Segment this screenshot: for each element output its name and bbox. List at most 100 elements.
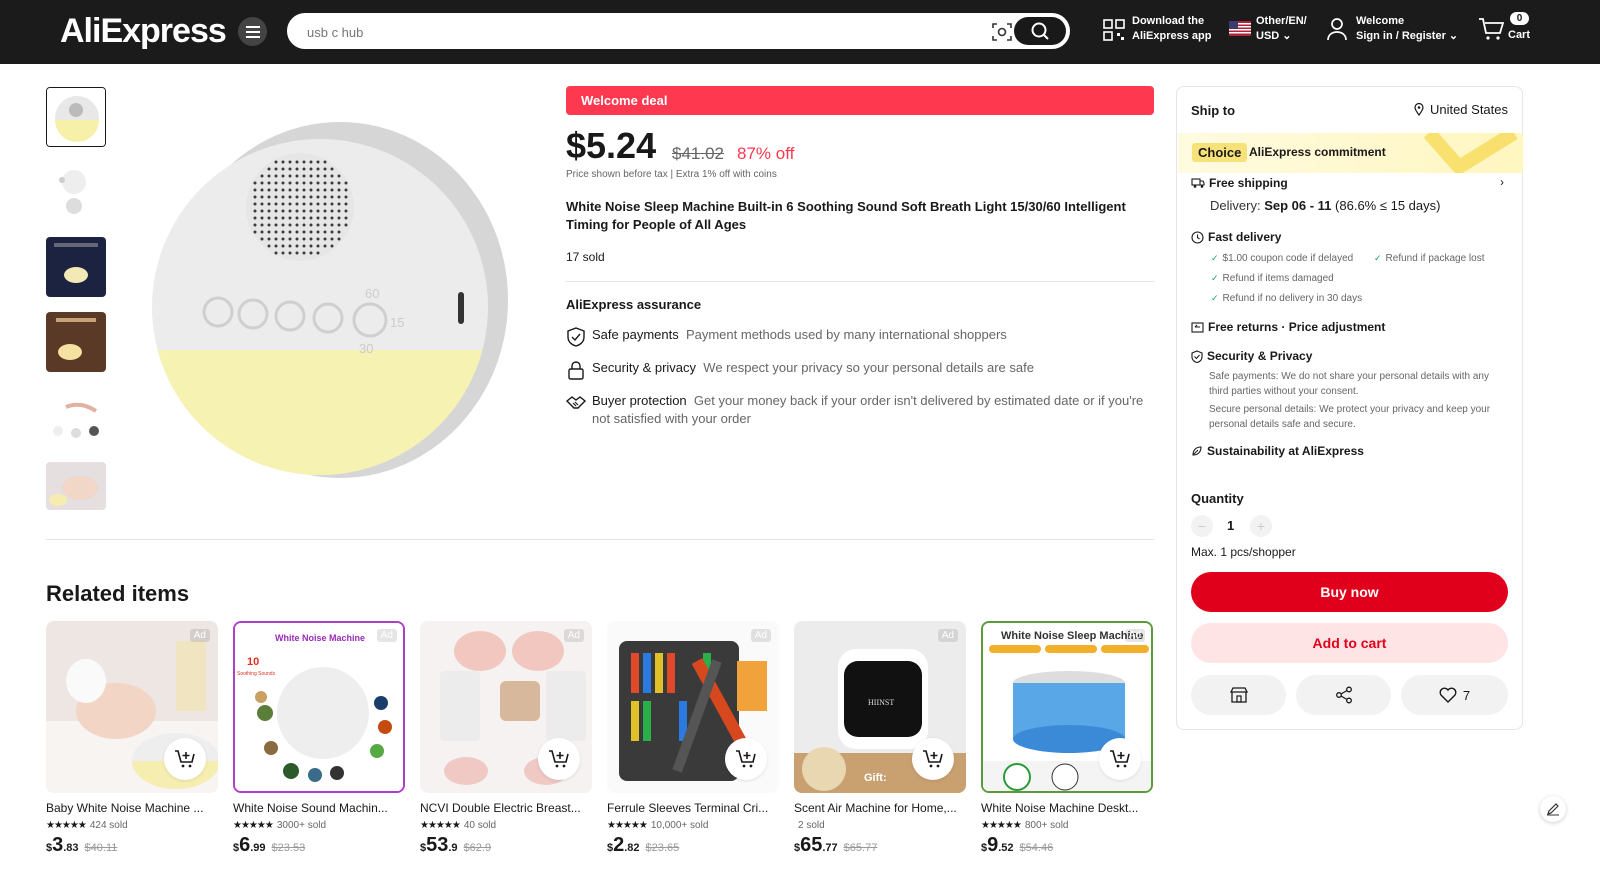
speaker-grille-dot xyxy=(323,160,327,164)
related-item-name[interactable]: Baby White Noise Machine ... xyxy=(46,801,218,815)
speaker-grille-dot xyxy=(323,167,327,171)
related-item-name[interactable]: Ferrule Sleeves Terminal Cri... xyxy=(607,801,779,815)
sustainability-row[interactable]: Sustainability at AliExpress xyxy=(1191,444,1364,458)
speaker-grille-dot xyxy=(253,195,257,199)
locale-selector[interactable]: Other/EN/USD ⌄ xyxy=(1256,14,1307,44)
thumbnail-1[interactable] xyxy=(46,87,106,147)
assurance-safe-payments[interactable]: Safe payments Payment methods used by ma… xyxy=(566,326,1156,347)
related-item-name[interactable]: White Noise Sound Machin... xyxy=(233,801,405,815)
quick-add-to-cart-button[interactable] xyxy=(725,738,767,780)
speaker-grille-dot xyxy=(260,230,264,234)
category-menu-button[interactable] xyxy=(238,17,267,46)
search-bar xyxy=(287,13,1070,49)
speaker-grille-dot xyxy=(274,223,278,227)
speaker-grille-dot xyxy=(337,230,341,234)
speaker-grille-dot xyxy=(337,237,341,241)
star-rating: ★★★★★ xyxy=(46,820,87,831)
speaker-grille-dot xyxy=(344,188,348,192)
speaker-grille-dot xyxy=(337,195,341,199)
free-returns-row[interactable]: Free returns · Price adjustment xyxy=(1191,320,1385,334)
product-main-image[interactable]: 60 15 30 xyxy=(140,92,540,512)
image-brand-text: HIINST xyxy=(868,698,894,707)
quantity-decrease-button[interactable]: − xyxy=(1191,515,1213,537)
quantity-increase-button[interactable]: + xyxy=(1250,515,1272,537)
buy-now-button[interactable]: Buy now xyxy=(1191,572,1508,612)
speaker-grille-dot xyxy=(295,202,299,206)
image-search-icon[interactable] xyxy=(991,21,1013,43)
max-quantity-note: Max. 1 pcs/shopper xyxy=(1191,545,1296,559)
speaker-grille-dot xyxy=(309,174,313,178)
share-button[interactable] xyxy=(1296,675,1391,715)
shield-icon xyxy=(1191,349,1203,363)
related-item-name[interactable]: Scent Air Machine for Home,... xyxy=(794,801,966,815)
thumbnail-2[interactable] xyxy=(46,162,106,222)
free-shipping-row[interactable]: Free shipping xyxy=(1191,176,1288,190)
ad-badge: Ad xyxy=(1124,629,1145,642)
thumbnail-4[interactable] xyxy=(46,312,106,372)
security-text-personal-details: Secure personal details: We protect your… xyxy=(1209,404,1491,430)
quantity-value[interactable]: 1 xyxy=(1227,518,1234,533)
assurance-security-privacy[interactable]: Security & privacy We respect your priva… xyxy=(566,359,1156,380)
related-item-name[interactable]: White Noise Machine Deskt... xyxy=(981,801,1153,815)
speaker-grille-dot xyxy=(344,202,348,206)
quick-add-to-cart-button[interactable] xyxy=(538,738,580,780)
speaker-grille-dot xyxy=(253,188,257,192)
add-to-cart-button[interactable]: Add to cart xyxy=(1191,623,1508,663)
speaker-grille-dot xyxy=(302,167,306,171)
thumbnail-5[interactable] xyxy=(46,387,106,447)
chevron-right-icon[interactable]: › xyxy=(1500,175,1504,189)
quick-add-to-cart-button[interactable] xyxy=(164,738,206,780)
speaker-grille-dot xyxy=(302,202,306,206)
account-menu[interactable]: Welcome Sign in / Register ⌄ xyxy=(1356,14,1458,44)
speaker-grille-dot xyxy=(295,244,299,248)
quick-add-to-cart-button[interactable] xyxy=(1099,738,1141,780)
speaker-grille-dot xyxy=(316,160,320,164)
speaker-grille-dot xyxy=(344,195,348,199)
quick-add-to-cart-button[interactable] xyxy=(912,738,954,780)
thumbnail-6[interactable] xyxy=(46,462,106,510)
related-item-price: $65.77 $65.77 xyxy=(794,834,878,856)
quantity-label: Quantity xyxy=(1191,491,1244,506)
speaker-grille-dot xyxy=(281,167,285,171)
ship-to-country[interactable]: United States xyxy=(1414,102,1508,117)
store-button[interactable] xyxy=(1191,675,1286,715)
speaker-grille-dot xyxy=(309,167,313,171)
aliexpress-logo[interactable]: AliExpress xyxy=(60,12,227,51)
cart-icon[interactable] xyxy=(1478,17,1504,41)
speaker-grille-dot xyxy=(281,174,285,178)
speaker-grille-dot xyxy=(274,230,278,234)
image-gift-text: Gift: xyxy=(864,772,887,784)
speaker-grille-dot xyxy=(344,209,348,213)
speaker-grille-dot xyxy=(295,237,299,241)
feedback-button[interactable] xyxy=(1540,796,1566,822)
speaker-grille-dot xyxy=(267,216,271,220)
speaker-grille-dot xyxy=(309,230,313,234)
download-app-link[interactable]: Download the AliExpress app xyxy=(1132,14,1211,44)
cart-label[interactable]: Cart xyxy=(1508,28,1530,43)
speaker-grille-dot xyxy=(302,195,306,199)
star-rating: ★★★★★ xyxy=(233,820,274,831)
ad-badge: Ad xyxy=(750,629,771,642)
wishlist-button[interactable]: 7 xyxy=(1401,675,1508,715)
related-item-image[interactable]: White Noise Machine 10 Soothing Sounds xyxy=(233,621,405,793)
ad-badge: Ad xyxy=(563,629,584,642)
speaker-grille-dot xyxy=(309,216,313,220)
search-button[interactable] xyxy=(1014,17,1066,45)
speaker-grille-dot xyxy=(260,209,264,213)
speaker-grille-dot xyxy=(295,181,299,185)
speaker-grille-dot xyxy=(309,251,313,255)
speaker-grille-dot xyxy=(309,223,313,227)
fast-delivery-row: Fast delivery xyxy=(1191,230,1281,244)
assurance-buyer-protection[interactable]: Buyer protection Get your money back if … xyxy=(566,392,1156,432)
speaker-grille-dot xyxy=(281,251,285,255)
choice-commitment-bar[interactable]: Choice AliExpress commitment xyxy=(1178,133,1523,173)
related-item-name[interactable]: NCVI Double Electric Breast... xyxy=(420,801,592,815)
search-input[interactable] xyxy=(307,22,967,42)
star-rating: ★★★★★ xyxy=(981,820,1022,831)
speaker-grille-dot xyxy=(302,230,306,234)
thumbnail-3[interactable] xyxy=(46,237,106,297)
speaker-grille-dot xyxy=(302,174,306,178)
speaker-grille-dot xyxy=(281,216,285,220)
speaker-grille-dot xyxy=(337,216,341,220)
speaker-grille-dot xyxy=(253,230,257,234)
